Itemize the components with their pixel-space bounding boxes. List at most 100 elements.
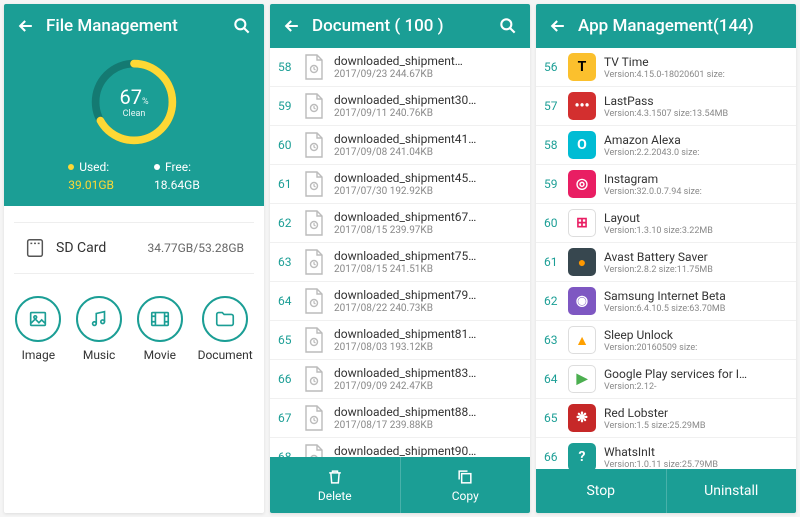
file-name: downloaded_shipment75…: [334, 249, 522, 263]
file-icon: [302, 443, 326, 457]
file-icon: [302, 53, 326, 81]
row-number: 61: [278, 177, 302, 191]
document-row[interactable]: 64downloaded_shipment79…2017/08/22 240.7…: [270, 282, 530, 321]
file-name: downloaded_shipment79…: [334, 288, 522, 302]
app-name: Avast Battery Saver: [604, 250, 788, 264]
file-meta: 2017/09/11 240.76KB: [334, 108, 522, 119]
category-document[interactable]: Document: [198, 296, 253, 362]
document-row[interactable]: 67downloaded_shipment88…2017/08/17 239.8…: [270, 399, 530, 438]
document-row[interactable]: 62downloaded_shipment67…2017/08/15 239.9…: [270, 204, 530, 243]
app-row[interactable]: 63▲Sleep UnlockVersion:20160509 size:: [536, 321, 796, 360]
app-row[interactable]: 61●Avast Battery SaverVersion:2.8.2 size…: [536, 243, 796, 282]
sdcard-row[interactable]: SD Card 34.77GB/53.28GB: [14, 222, 254, 274]
app-icon: ▲: [568, 326, 596, 354]
free-value: 18.64GB: [154, 178, 200, 192]
app-row[interactable]: 62◉Samsung Internet BetaVersion:6.4.10.5…: [536, 282, 796, 321]
app-name: Red Lobster: [604, 406, 788, 420]
app-row[interactable]: 60⊞ LayoutVersion:1.3.10 size:3.22MB: [536, 204, 796, 243]
document-row[interactable]: 60downloaded_shipment41…2017/09/08 241.0…: [270, 126, 530, 165]
app-row[interactable]: 59◎InstagramVersion:32.0.0.7.94 size:: [536, 165, 796, 204]
row-number: 60: [544, 216, 568, 230]
app-meta: Version:1.0.11 size:25.79MB: [604, 460, 788, 470]
clean-ring: 67%Clean: [86, 54, 182, 150]
copy-button[interactable]: Copy: [400, 457, 531, 513]
app-icon: ◎: [568, 170, 596, 198]
free-stat: Free:18.64GB: [154, 160, 200, 192]
app-list[interactable]: 56TTV TimeVersion:4.15.0-18020601 size:5…: [536, 48, 796, 469]
document-panel: Document ( 100 ) 58downloaded_shipment…2…: [270, 4, 530, 513]
uninstall-button[interactable]: Uninstall: [666, 469, 797, 513]
app-name: TV Time: [604, 55, 788, 69]
search-button[interactable]: [494, 12, 522, 40]
header: App Management(144): [536, 4, 796, 48]
app-meta: Version:1.3.10 size:3.22MB: [604, 226, 788, 236]
file-name: downloaded_shipment81…: [334, 327, 522, 341]
app-name: Amazon Alexa: [604, 133, 788, 147]
row-number: 66: [278, 372, 302, 386]
row-number: 64: [278, 294, 302, 308]
app-name: LastPass: [604, 94, 788, 108]
file-meta: 2017/08/17 239.88KB: [334, 420, 522, 431]
row-number: 58: [278, 60, 302, 74]
document-row[interactable]: 59downloaded_shipment30…2017/09/11 240.7…: [270, 87, 530, 126]
app-icon: ▶: [568, 365, 596, 393]
delete-button[interactable]: Delete: [270, 457, 400, 513]
app-row[interactable]: 58OAmazon AlexaVersion:2.2.2043.0 size:: [536, 126, 796, 165]
row-number: 66: [544, 450, 568, 464]
document-list[interactable]: 58downloaded_shipment…2017/09/23 244.67K…: [270, 48, 530, 457]
app-meta: Version:4.3.1507 size:13.54MB: [604, 109, 788, 119]
file-meta: 2017/08/15 241.51KB: [334, 264, 522, 275]
file-icon: [302, 326, 326, 354]
category-movie[interactable]: Movie: [137, 296, 183, 362]
row-number: 65: [278, 333, 302, 347]
file-meta: 2017/09/23 244.67KB: [334, 69, 522, 80]
app-icon: ?: [568, 443, 596, 469]
file-name: downloaded_shipment45…: [334, 171, 522, 185]
category-image[interactable]: Image: [15, 296, 61, 362]
app-row[interactable]: 66? WhatsInItVersion:1.0.11 size:25.79MB: [536, 438, 796, 469]
file-icon: [302, 365, 326, 393]
page-title: App Management(144): [572, 16, 788, 36]
row-number: 68: [278, 450, 302, 457]
category-label: Music: [76, 348, 122, 362]
app-row[interactable]: 56TTV TimeVersion:4.15.0-18020601 size:: [536, 48, 796, 87]
document-row[interactable]: 61 downloaded_shipment45…2017/07/30 192.9…: [270, 165, 530, 204]
document-icon: [202, 296, 248, 342]
app-row[interactable]: 65❋Red LobsterVersion:1.5 size:25.29MB: [536, 399, 796, 438]
document-row[interactable]: 66downloaded_shipment83…2017/09/09 242.4…: [270, 360, 530, 399]
storage-summary: 67%Clean Used:39.01GB Free:18.64GB: [4, 48, 264, 206]
file-meta: 2017/07/30 192.92KB: [334, 186, 522, 197]
app-name: Google Play services for I…: [604, 367, 788, 381]
document-row[interactable]: 68downloaded_shipment90…2017/08/17 240.0…: [270, 438, 530, 457]
app-management-panel: App Management(144) 56TTV TimeVersion:4.…: [536, 4, 796, 513]
document-row[interactable]: 65downloaded_shipment81…2017/08/03 193.1…: [270, 321, 530, 360]
category-music[interactable]: Music: [76, 296, 122, 362]
header: Document ( 100 ): [270, 4, 530, 48]
file-meta: 2017/08/15 239.97KB: [334, 225, 522, 236]
stop-button[interactable]: Stop: [536, 469, 666, 513]
document-row[interactable]: 63downloaded_shipment75…2017/08/15 241.5…: [270, 243, 530, 282]
row-number: 61: [544, 255, 568, 269]
back-button[interactable]: [12, 12, 40, 40]
free-dot-icon: [154, 164, 160, 170]
file-meta: 2017/09/08 241.04KB: [334, 147, 522, 158]
back-button[interactable]: [544, 12, 572, 40]
app-icon: ⊞: [568, 209, 596, 237]
app-name: WhatsInIt: [604, 445, 788, 459]
app-name: Layout: [604, 211, 788, 225]
app-meta: Version:4.15.0-18020601 size:: [604, 70, 788, 80]
row-number: 64: [544, 372, 568, 386]
clean-label: Clean: [119, 109, 148, 119]
app-icon: ❋: [568, 404, 596, 432]
back-button[interactable]: [278, 12, 306, 40]
page-title: Document ( 100 ): [306, 16, 494, 36]
file-icon: [302, 131, 326, 159]
document-row[interactable]: 58downloaded_shipment…2017/09/23 244.67K…: [270, 48, 530, 87]
app-icon: ◉: [568, 287, 596, 315]
search-button[interactable]: [228, 12, 256, 40]
file-name: downloaded_shipment83…: [334, 366, 522, 380]
app-row[interactable]: 64▶ Google Play services for I…Version:2.…: [536, 360, 796, 399]
app-meta: Version:2.2.2043.0 size:: [604, 148, 788, 158]
app-row[interactable]: 57•••LastPassVersion:4.3.1507 size:13.54…: [536, 87, 796, 126]
app-meta: Version:2.12-: [604, 382, 788, 392]
